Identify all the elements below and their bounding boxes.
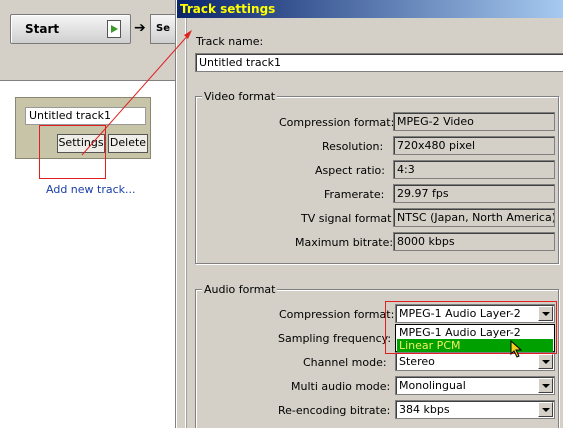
annotation-arrow-line <box>81 32 191 156</box>
screenshot-root: Start ➔ Se Untitled track1 Settings Dele… <box>0 0 563 428</box>
mouse-pointer-icon <box>510 340 523 358</box>
annotation-arrow-head <box>184 30 192 39</box>
annotation-arrow-overlay <box>81 30 192 156</box>
